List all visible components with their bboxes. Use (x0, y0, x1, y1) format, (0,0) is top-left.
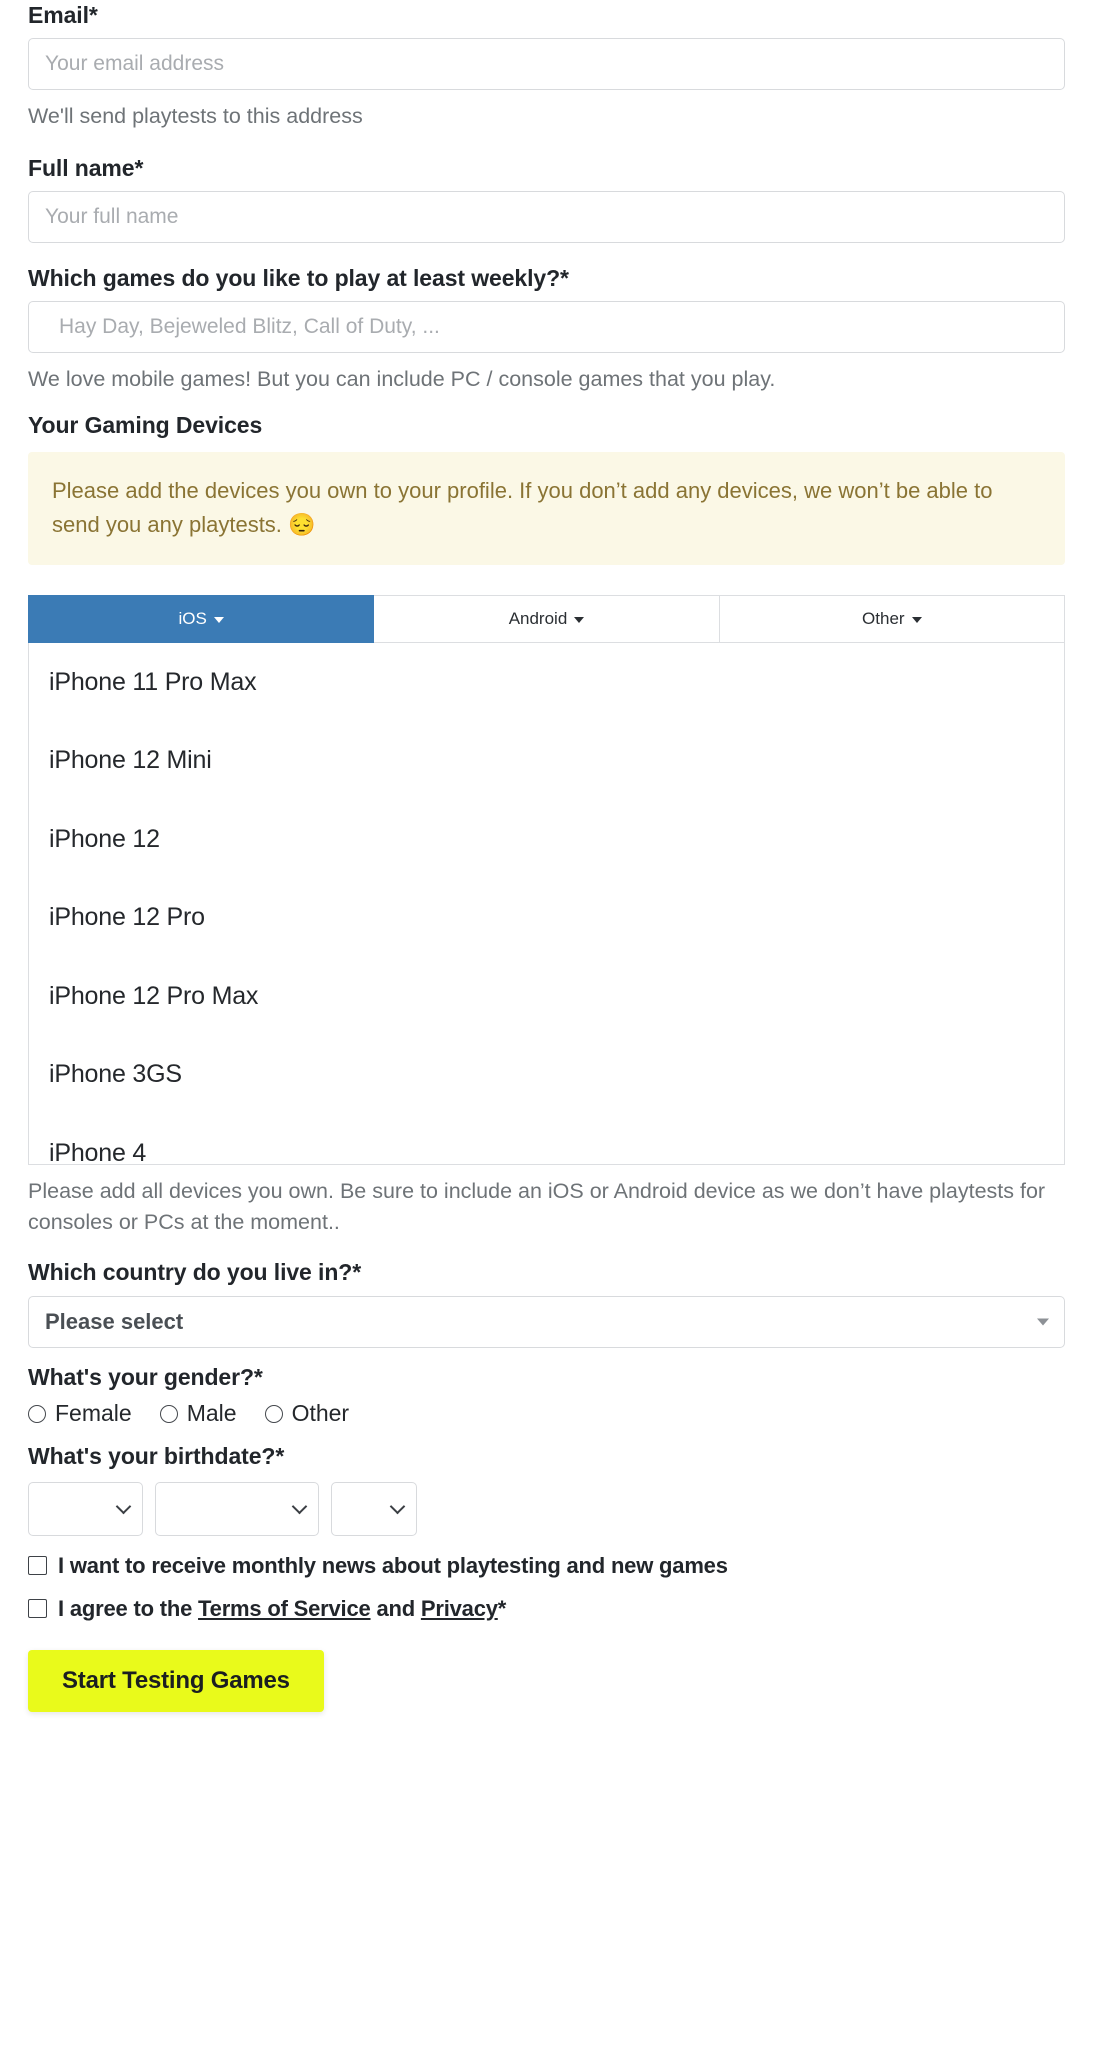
radio-icon[interactable] (264, 1404, 283, 1423)
gender-label: What's your gender?* (28, 1363, 263, 1390)
radio-icon[interactable] (159, 1404, 178, 1423)
chevron-down-icon (291, 1498, 308, 1514)
full-name-label: Full name* (28, 154, 144, 181)
terms-prefix-text: I agree to the (58, 1595, 199, 1621)
tab-android-label: Android (508, 608, 568, 628)
radio-icon[interactable] (28, 1404, 46, 1423)
terms-checkbox-label: I agree to the Terms of Service and Priv… (58, 1596, 506, 1622)
gaming-devices-label: Your Gaming Devices (28, 411, 263, 438)
submit-wrap: Start Testing Games (28, 1649, 1065, 1712)
privacy-link[interactable]: Privacy (421, 1596, 498, 1621)
terms-suffix-text: * (497, 1595, 507, 1621)
list-item[interactable]: iPhone 12 Mini (29, 721, 1064, 800)
chevron-down-icon (213, 616, 224, 623)
full-name-field-group: Full name* (28, 154, 1065, 244)
newsletter-checkbox-row[interactable]: I want to receive monthly news about pla… (28, 1553, 1065, 1579)
chevron-down-icon (911, 616, 922, 623)
chevron-down-icon (574, 616, 585, 623)
newsletter-checkbox-label: I want to receive monthly news about pla… (58, 1552, 728, 1578)
email-label: Email* (28, 2, 98, 28)
terms-checkbox-row[interactable]: I agree to the Terms of Service and Priv… (28, 1596, 1065, 1622)
country-selected-value: Please select (45, 1308, 184, 1334)
checkbox-icon[interactable] (28, 1556, 47, 1576)
devices-alert-text: Please add the devices you own to your p… (52, 478, 993, 537)
start-testing-games-button[interactable]: Start Testing Games (28, 1649, 324, 1712)
tab-other-label: Other (862, 608, 905, 628)
tab-other[interactable]: Other (719, 594, 1065, 643)
list-item[interactable]: iPhone 4 (29, 1114, 1064, 1164)
country-field-group: Which country do you live in?* Please se… (28, 1259, 1065, 1348)
country-select-wrap: Please select (28, 1295, 1065, 1348)
email-field-group: Email* We'll send playtests to this addr… (28, 2, 1065, 133)
list-item[interactable]: iPhone 12 Pro (29, 878, 1064, 957)
device-platform-tabs: iOS Android Other (28, 594, 1065, 643)
country-label: Which country do you live in?* (28, 1259, 362, 1286)
gender-option-label: Other (291, 1400, 350, 1427)
email-input[interactable] (28, 38, 1065, 91)
gender-option-label: Female (55, 1400, 132, 1427)
terms-middle-text: and (370, 1595, 421, 1621)
chevron-down-icon (389, 1498, 406, 1514)
tab-ios-label: iOS (178, 608, 207, 628)
games-field-group: Which games do you like to play at least… (28, 265, 1065, 396)
devices-alert-box: Please add the devices you own to your p… (28, 452, 1065, 565)
country-select[interactable]: Please select (28, 1295, 1065, 1348)
chevron-down-icon (1037, 1318, 1049, 1326)
checkbox-icon[interactable] (28, 1599, 47, 1619)
gender-option-female[interactable]: Female (28, 1400, 132, 1427)
list-item[interactable]: iPhone 3GS (29, 1035, 1064, 1114)
birthdate-day-select[interactable] (28, 1481, 143, 1536)
signup-form-page: Email* We'll send playtests to this addr… (0, 0, 1093, 1712)
birthdate-field-group: What's your birthdate?* (28, 1443, 1065, 1536)
gender-field-group: What's your gender?* Female Male Other (28, 1364, 1065, 1427)
gender-option-label: Male (186, 1400, 237, 1427)
list-item[interactable]: iPhone 11 Pro Max (29, 643, 1064, 722)
chevron-down-icon (115, 1498, 132, 1514)
list-item[interactable]: iPhone 12 Pro Max (29, 957, 1064, 1036)
gender-option-male[interactable]: Male (159, 1400, 237, 1427)
devices-help-text: Please add all devices you own. Be sure … (28, 1178, 1046, 1235)
gender-option-other[interactable]: Other (264, 1400, 350, 1427)
terms-of-service-link[interactable]: Terms of Service (198, 1596, 371, 1621)
tab-ios[interactable]: iOS (28, 594, 375, 643)
birthdate-select-row (28, 1481, 1065, 1536)
birthdate-year-select[interactable] (331, 1481, 417, 1536)
tab-android[interactable]: Android (374, 594, 720, 643)
full-name-input[interactable] (28, 191, 1065, 244)
email-help-text: We'll send playtests to this address (28, 104, 363, 129)
birthdate-label: What's your birthdate?* (28, 1443, 285, 1470)
games-label: Which games do you like to play at least… (28, 265, 569, 292)
birthdate-month-select[interactable] (155, 1481, 319, 1536)
games-input[interactable] (28, 301, 1065, 354)
games-help-text: We love mobile games! But you can includ… (28, 367, 776, 392)
gender-radio-row: Female Male Other (28, 1400, 1065, 1427)
gaming-devices-group: Your Gaming Devices Please add the devic… (28, 412, 1065, 1239)
device-list[interactable]: iPhone 11 Pro Max iPhone 12 Mini iPhone … (28, 642, 1065, 1165)
list-item[interactable]: iPhone 12 (29, 800, 1064, 879)
